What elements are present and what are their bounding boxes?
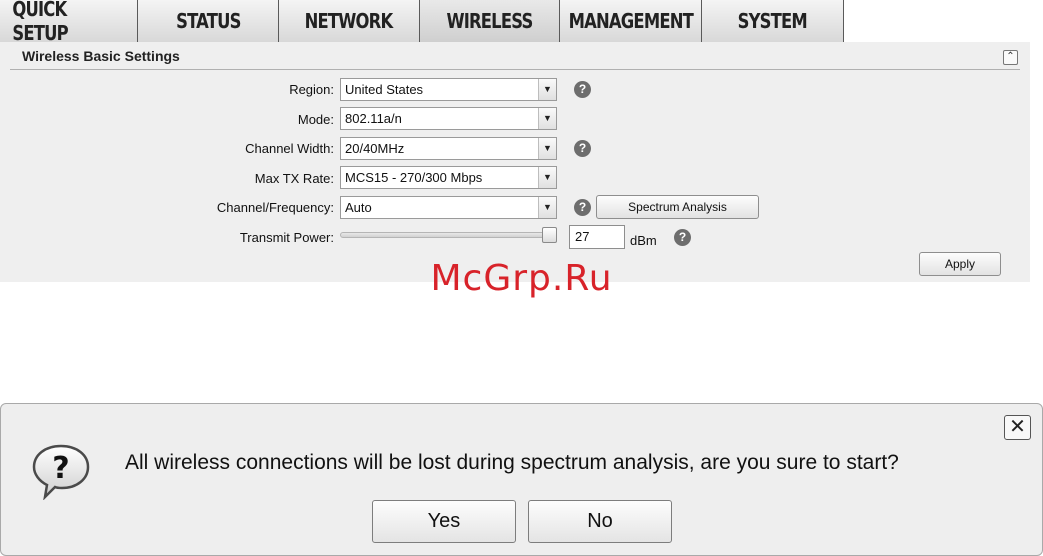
confirm-dialog: ✕ ? All wireless connections will be los… (0, 403, 1043, 556)
tab-status[interactable]: STATUS (138, 0, 279, 42)
mode-label: Mode: (297, 112, 334, 127)
transmit-power-slider-handle[interactable] (542, 227, 557, 243)
watermark: McGrp.Ru (430, 258, 613, 299)
max-tx-rate-select[interactable]: MCS15 - 270/300 Mbps ▼ (340, 166, 557, 189)
region-value: United States (345, 82, 424, 97)
region-label: Region: (289, 82, 334, 97)
double-chevron-up-icon[interactable]: ⌃ (1003, 50, 1018, 65)
chevron-down-icon: ▼ (538, 167, 556, 188)
close-icon[interactable]: ✕ (1004, 415, 1031, 440)
chevron-down-icon: ▼ (538, 79, 556, 100)
help-icon[interactable]: ? (574, 199, 591, 216)
chevron-down-icon: ▼ (538, 197, 556, 218)
channel-frequency-select[interactable]: Auto ▼ (340, 196, 557, 219)
help-icon[interactable]: ? (574, 140, 591, 157)
mode-value: 802.11a/n (345, 111, 402, 126)
tab-label: MANAGEMENT (568, 9, 693, 33)
dialog-message: All wireless connections will be lost du… (125, 451, 899, 474)
wireless-basic-settings-panel: Wireless Basic Settings ⌃ Region: United… (0, 42, 1030, 282)
transmit-power-unit: dBm (630, 233, 657, 248)
tab-management[interactable]: MANAGEMENT (560, 0, 702, 42)
nav-spacer (844, 0, 1043, 42)
tab-label: WIRELESS (446, 9, 533, 33)
channel-frequency-label: Channel/Frequency: (216, 200, 334, 215)
chevron-down-icon: ▼ (538, 138, 556, 159)
tab-label: STATUS (175, 9, 241, 33)
no-button[interactable]: No (528, 500, 672, 543)
transmit-power-label: Transmit Power: (239, 230, 334, 245)
help-icon[interactable]: ? (574, 81, 591, 98)
tab-label: SYSTEM (737, 9, 808, 33)
region-select[interactable]: United States ▼ (340, 78, 557, 101)
panel-title: Wireless Basic Settings (22, 48, 180, 64)
tab-quick-setup[interactable]: QUICK SETUP (0, 0, 138, 45)
tab-label: QUICK SETUP (12, 0, 68, 45)
divider (10, 69, 1020, 70)
mode-select[interactable]: 802.11a/n ▼ (340, 107, 557, 130)
transmit-power-slider[interactable] (340, 232, 557, 238)
tab-label: NETWORK (305, 9, 394, 33)
svg-text:?: ? (52, 451, 69, 486)
question-bubble-icon: ? (32, 444, 90, 500)
transmit-power-input[interactable]: 27 (569, 225, 625, 249)
tab-network[interactable]: NETWORK (279, 0, 420, 42)
main-nav: QUICK SETUP STATUS NETWORK WIRELESS MANA… (0, 0, 1043, 45)
tab-system[interactable]: SYSTEM (702, 0, 844, 42)
channel-width-select[interactable]: 20/40MHz ▼ (340, 137, 557, 160)
channel-frequency-value: Auto (345, 200, 372, 215)
max-tx-rate-label: Max TX Rate: (254, 171, 334, 186)
help-icon[interactable]: ? (674, 229, 691, 246)
max-tx-rate-value: MCS15 - 270/300 Mbps (345, 170, 483, 185)
channel-width-value: 20/40MHz (345, 141, 405, 156)
channel-width-label: Channel Width: (245, 141, 334, 156)
tab-wireless[interactable]: WIRELESS (420, 0, 560, 42)
yes-button[interactable]: Yes (372, 500, 516, 543)
spectrum-analysis-button[interactable]: Spectrum Analysis (596, 195, 759, 219)
chevron-down-icon: ▼ (538, 108, 556, 129)
